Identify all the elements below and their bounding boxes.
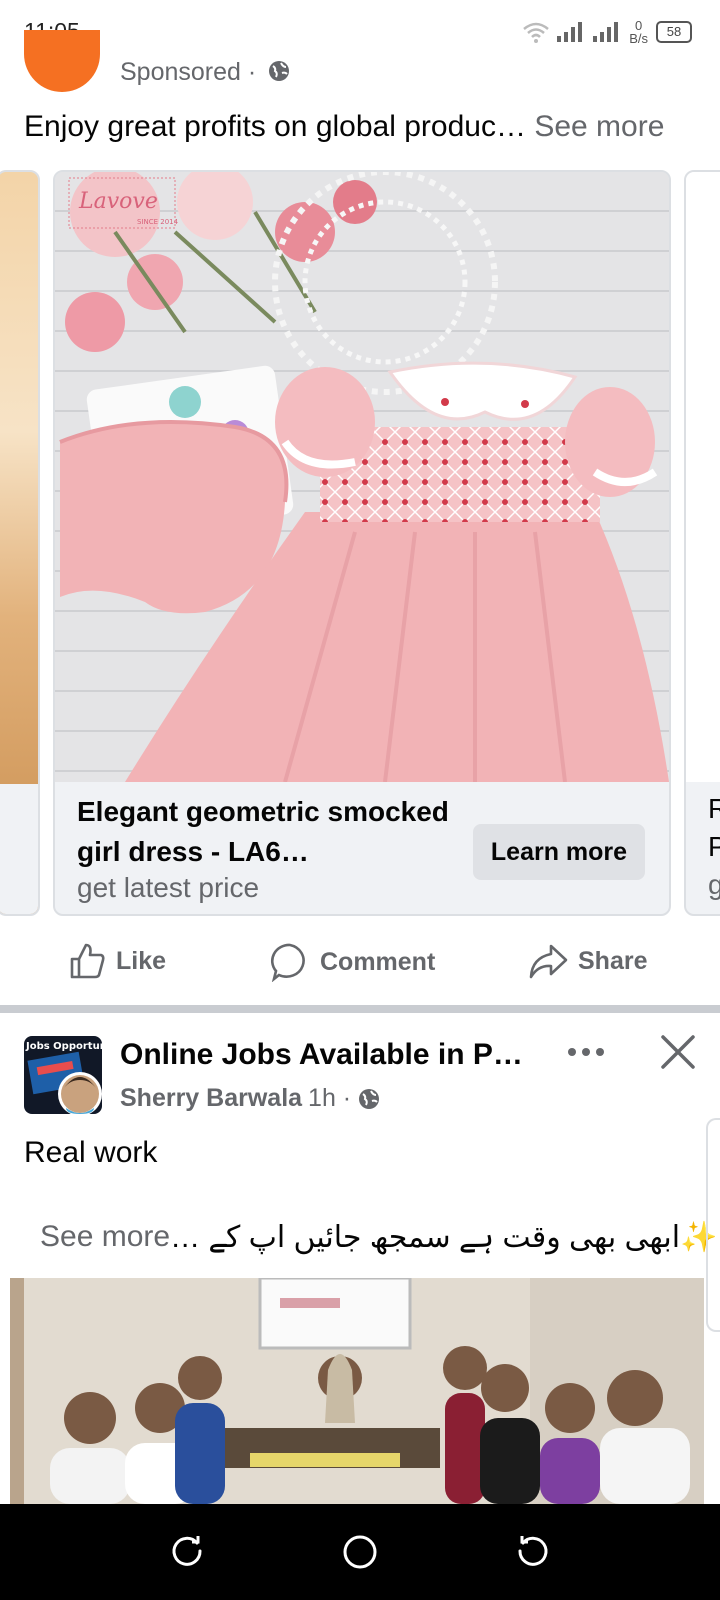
product-title[interactable]: Elegant geometric smocked girl dress - L… [77, 792, 457, 872]
home-icon[interactable] [342, 1534, 378, 1570]
dress-illustration: Lavove SINCE 2014 [55, 172, 669, 782]
learn-more-button[interactable]: Learn more [473, 824, 645, 880]
see-more-link[interactable]: See more [40, 1220, 170, 1255]
svg-text:Jobs Opportunity: Jobs Opportunity [25, 1041, 104, 1052]
post-actions-bar: Like Comment Share [0, 922, 720, 1002]
sponsored-label: Sponsored · [120, 58, 291, 87]
next-card-text: R P g [708, 790, 720, 904]
brand-logo: Lavove [78, 189, 158, 214]
product-image[interactable]: Lavove SINCE 2014 [55, 172, 669, 782]
group-avatar[interactable]: Jobs Opportunity [24, 1036, 122, 1118]
more-options-icon[interactable] [566, 1028, 606, 1067]
signal-icon-1 [557, 22, 583, 42]
advertiser-avatar[interactable] [24, 30, 100, 92]
post-time: 1h · [308, 1084, 352, 1112]
share-icon [529, 944, 568, 979]
group-title[interactable]: Online Jobs Available in P… [120, 1038, 523, 1072]
brand-since: SINCE 2014 [137, 218, 179, 226]
share-label: Share [578, 946, 648, 975]
comment-icon [271, 943, 305, 982]
post-text-urdu: See more ✨ابھی بھی وقت ہے سمجھ جائیں اپ … [40, 1220, 717, 1255]
like-label: Like [116, 946, 167, 975]
thumbs-up-icon [70, 943, 105, 979]
status-bar: 11:05 0B/s 58 [0, 0, 720, 62]
like-button[interactable]: Like [68, 942, 166, 980]
urdu-text: ✨ابھی بھی وقت ہے سمجھ جائیں اپ کے … [170, 1221, 718, 1254]
see-more-link[interactable]: See more [534, 110, 664, 143]
net-speed: 0 B/s [629, 18, 648, 46]
globe-icon [269, 61, 290, 81]
post-image[interactable] [10, 1278, 704, 1504]
status-icons: 0 B/s 58 [523, 18, 692, 46]
post-text: Real work [24, 1136, 158, 1169]
carousel-card[interactable]: Lavove SINCE 2014 Elegant geometric smoc… [53, 170, 671, 916]
recent-apps-icon[interactable] [170, 1534, 204, 1568]
post-meta: Sherry Barwala 1h · [120, 1084, 381, 1113]
comment-label: Comment [320, 947, 436, 976]
carousel-card-previous[interactable] [0, 170, 40, 916]
carousel-card-next[interactable]: R P g [684, 170, 720, 916]
group-photo [10, 1278, 704, 1504]
globe-icon [359, 1088, 380, 1109]
wifi-icon [523, 22, 550, 43]
side-panel-edge[interactable] [706, 1118, 720, 1332]
system-nav-bar [0, 1504, 720, 1600]
close-icon[interactable] [660, 1034, 696, 1075]
author-name[interactable]: Sherry Barwala [120, 1084, 302, 1113]
share-button[interactable]: Share [528, 942, 647, 980]
feed-divider [0, 1005, 720, 1013]
signal-icon-2 [593, 22, 619, 42]
ad-headline: Enjoy great profits on global produc… Se… [24, 110, 665, 143]
comment-button[interactable]: Comment [270, 942, 435, 982]
product-subtitle: get latest price [77, 872, 260, 903]
battery-icon: 58 [656, 21, 692, 43]
back-icon[interactable] [516, 1534, 550, 1568]
